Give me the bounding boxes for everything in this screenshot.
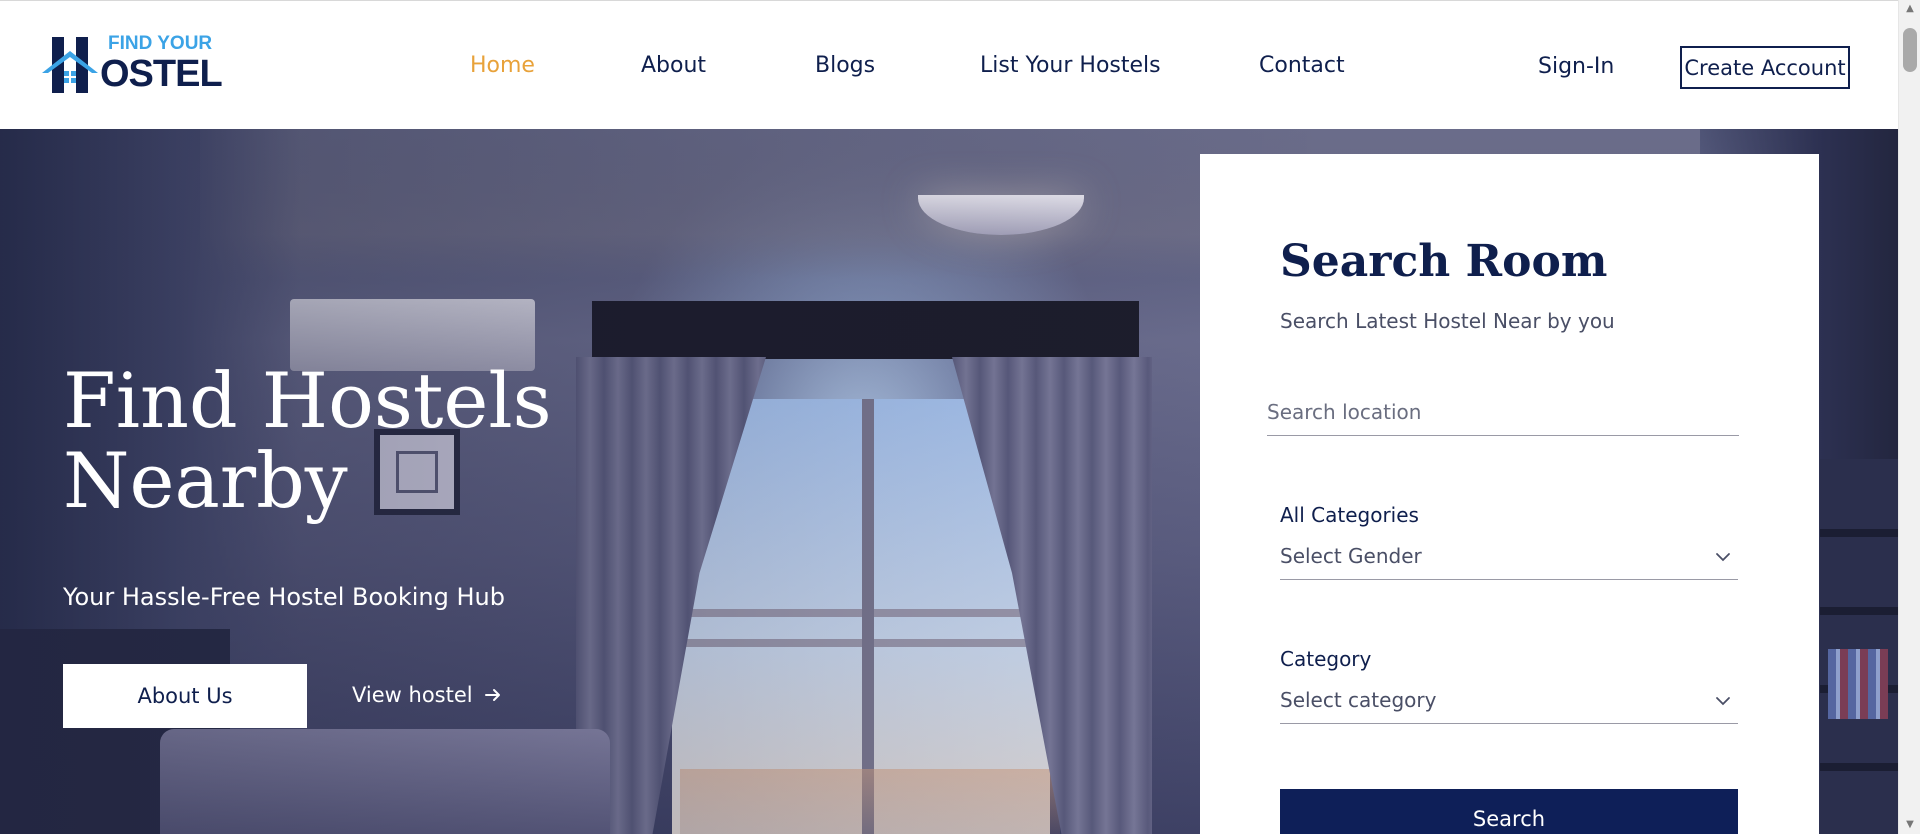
category-label: Category — [1280, 647, 1372, 671]
nav-list-your-hostels[interactable]: List Your Hostels — [980, 53, 1161, 78]
search-room-title: Search Room — [1280, 236, 1608, 287]
scroll-up-icon[interactable]: ▲ — [1899, 2, 1920, 16]
scroll-down-icon[interactable]: ▼ — [1899, 818, 1920, 832]
view-hostel-label: View hostel — [352, 683, 473, 707]
about-us-button[interactable]: About Us — [63, 664, 307, 728]
hero-title: Find Hostels Nearby — [63, 361, 623, 521]
logo-text-top: FIND YOUR — [108, 33, 213, 54]
nav-blogs[interactable]: Blogs — [815, 53, 875, 78]
all-categories-label: All Categories — [1280, 503, 1419, 527]
category-select-value: Select category — [1280, 688, 1437, 712]
site-logo[interactable]: FIND YOUR OSTEL — [42, 31, 223, 99]
nav-about[interactable]: About — [641, 53, 706, 78]
nav-home[interactable]: Home — [470, 53, 535, 78]
nav-contact[interactable]: Contact — [1259, 53, 1345, 78]
search-location-input[interactable] — [1267, 388, 1739, 436]
search-room-card: Search Room Search Latest Hostel Near by… — [1200, 154, 1819, 834]
page-scrollbar[interactable]: ▲ ▼ — [1898, 0, 1920, 834]
logo-text-bottom: OSTEL — [100, 53, 223, 95]
chevron-down-icon — [1716, 697, 1730, 706]
site-header: FIND YOUR OSTEL Home About Blogs List Yo… — [0, 0, 1898, 129]
gender-select-value: Select Gender — [1280, 544, 1422, 568]
create-account-button[interactable]: Create Account — [1680, 46, 1850, 89]
search-room-subtitle: Search Latest Hostel Near by you — [1280, 309, 1615, 333]
chevron-down-icon — [1716, 553, 1730, 562]
hero-title-line2: Nearby — [63, 436, 348, 525]
search-button[interactable]: Search — [1280, 789, 1738, 834]
category-select[interactable]: Select category — [1280, 680, 1738, 724]
arrow-right-icon — [484, 689, 500, 701]
view-hostel-link[interactable]: View hostel — [352, 683, 503, 707]
hero-subtitle: Your Hassle-Free Hostel Booking Hub — [63, 583, 505, 611]
scrollbar-thumb[interactable] — [1903, 28, 1917, 72]
sign-in-link[interactable]: Sign-In — [1538, 54, 1614, 79]
hero-title-line1: Find Hostels — [63, 356, 552, 445]
gender-select[interactable]: Select Gender — [1280, 536, 1738, 580]
